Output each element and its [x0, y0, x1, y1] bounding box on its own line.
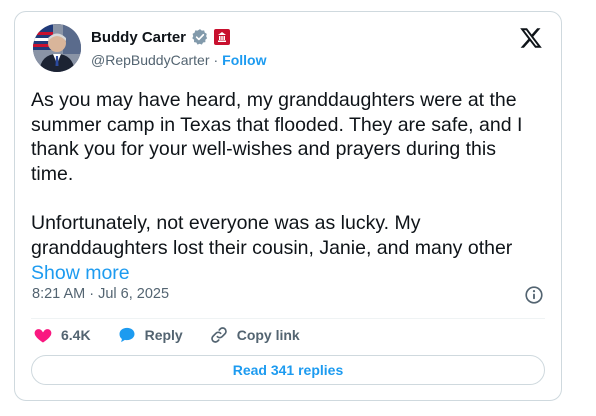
- verified-badge-icon: [191, 28, 209, 46]
- author-handle[interactable]: @RepBuddyCarter: [91, 52, 210, 68]
- show-more-link[interactable]: Show more: [31, 262, 130, 284]
- tweet-card: Buddy Carter @RepBuddyCarter · Follow As…: [14, 11, 562, 401]
- divider: [31, 318, 545, 319]
- read-replies-label: Read 341 replies: [232, 362, 344, 378]
- info-icon[interactable]: [523, 284, 545, 306]
- copy-link-button[interactable]: Copy link: [209, 325, 300, 345]
- avatar[interactable]: [33, 24, 81, 72]
- speech-bubble-icon: [117, 325, 137, 345]
- author-name[interactable]: Buddy Carter: [91, 29, 186, 46]
- separator-dot: ·: [213, 52, 219, 68]
- reply-button[interactable]: Reply: [117, 325, 183, 345]
- government-affiliation-icon[interactable]: [214, 29, 231, 45]
- x-logo-icon[interactable]: [519, 26, 543, 50]
- tweet-paragraph-1: As you may have heard, my granddaughters…: [31, 89, 523, 185]
- copy-link-label: Copy link: [236, 327, 300, 343]
- heart-icon: [33, 325, 53, 345]
- follow-button[interactable]: Follow: [222, 52, 266, 68]
- reply-label: Reply: [144, 327, 183, 343]
- link-icon: [209, 325, 229, 345]
- action-bar: 6.4K Reply Copy link: [33, 325, 326, 345]
- read-replies-button[interactable]: Read 341 replies: [31, 355, 545, 385]
- tweet-text: As you may have heard, my granddaughters…: [31, 88, 531, 285]
- like-count: 6.4K: [61, 327, 91, 343]
- like-button[interactable]: 6.4K: [33, 325, 91, 345]
- tweet-paragraph-2-text: Unfortunately, not everyone was as lucky…: [31, 212, 513, 259]
- tweet-timestamp[interactable]: 8:21 AM · Jul 6, 2025: [32, 286, 169, 302]
- tweet-paragraph-2: Unfortunately, not everyone was as lucky…: [31, 211, 531, 285]
